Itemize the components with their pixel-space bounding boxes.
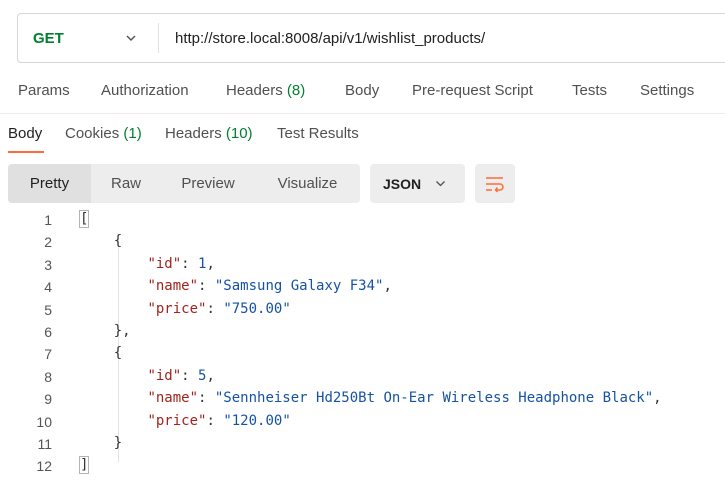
code-line: 5 "price": "750.00"	[44, 300, 291, 318]
code-line: 2 {	[44, 233, 123, 251]
response-tab-headers[interactable]: Headers (10)	[165, 125, 253, 142]
tab-authorization[interactable]: Authorization	[101, 82, 189, 99]
tab-tests[interactable]: Tests	[572, 82, 607, 99]
wrap-lines-button[interactable]	[475, 164, 515, 203]
view-mode-selector: Pretty Raw Preview Visualize	[8, 164, 360, 203]
view-pretty-button[interactable]: Pretty	[8, 164, 91, 203]
response-tab-body[interactable]: Body	[8, 125, 42, 142]
request-tabs: Params Authorization Headers (8) Body Pr…	[0, 82, 725, 104]
method-label: GET	[33, 29, 64, 47]
code-line: 10 "price": "120.00"	[36, 412, 291, 430]
tab-headers[interactable]: Headers (8)	[226, 82, 305, 99]
view-visualize-button[interactable]: Visualize	[255, 164, 360, 203]
view-preview-button[interactable]: Preview	[161, 164, 255, 203]
code-line: 8 "id": 5,	[44, 367, 215, 385]
response-tab-cookies[interactable]: Cookies (1)	[65, 125, 142, 142]
tab-body[interactable]: Body	[345, 82, 379, 99]
view-raw-button[interactable]: Raw	[91, 164, 161, 203]
code-line: 3 "id": 1,	[44, 255, 215, 273]
code-line: 1 [	[44, 210, 90, 228]
response-tab-test-results[interactable]: Test Results	[277, 125, 359, 142]
code-line: 12 ]	[36, 456, 90, 475]
code-line: 11 }	[37, 435, 123, 452]
code-line: 7 {	[44, 345, 123, 363]
method-select[interactable]: GET	[18, 14, 158, 62]
chevron-down-icon	[436, 181, 446, 187]
active-tab-indicator	[8, 151, 44, 153]
url-input[interactable]: http://store.local:8008/api/v1/wishlist_…	[159, 14, 725, 62]
format-select[interactable]: JSON	[370, 164, 465, 203]
tab-settings[interactable]: Settings	[640, 82, 694, 99]
request-url-bar: GET http://store.local:8008/api/v1/wishl…	[17, 13, 725, 63]
headers-count: (8)	[286, 82, 306, 99]
code-line: 4 "name": "Samsung Galaxy F34",	[44, 278, 392, 296]
code-line: 6 },	[44, 323, 131, 340]
format-label: JSON	[383, 175, 422, 192]
chevron-down-icon	[126, 35, 136, 41]
section-divider	[0, 113, 725, 114]
tab-params[interactable]: Params	[18, 82, 70, 99]
tab-pre-request-script[interactable]: Pre-request Script	[412, 82, 533, 99]
code-line: 9 "name": "Sennheiser Hd250Bt On-Ear Wir…	[44, 390, 662, 408]
text-wrap-icon	[486, 176, 504, 193]
